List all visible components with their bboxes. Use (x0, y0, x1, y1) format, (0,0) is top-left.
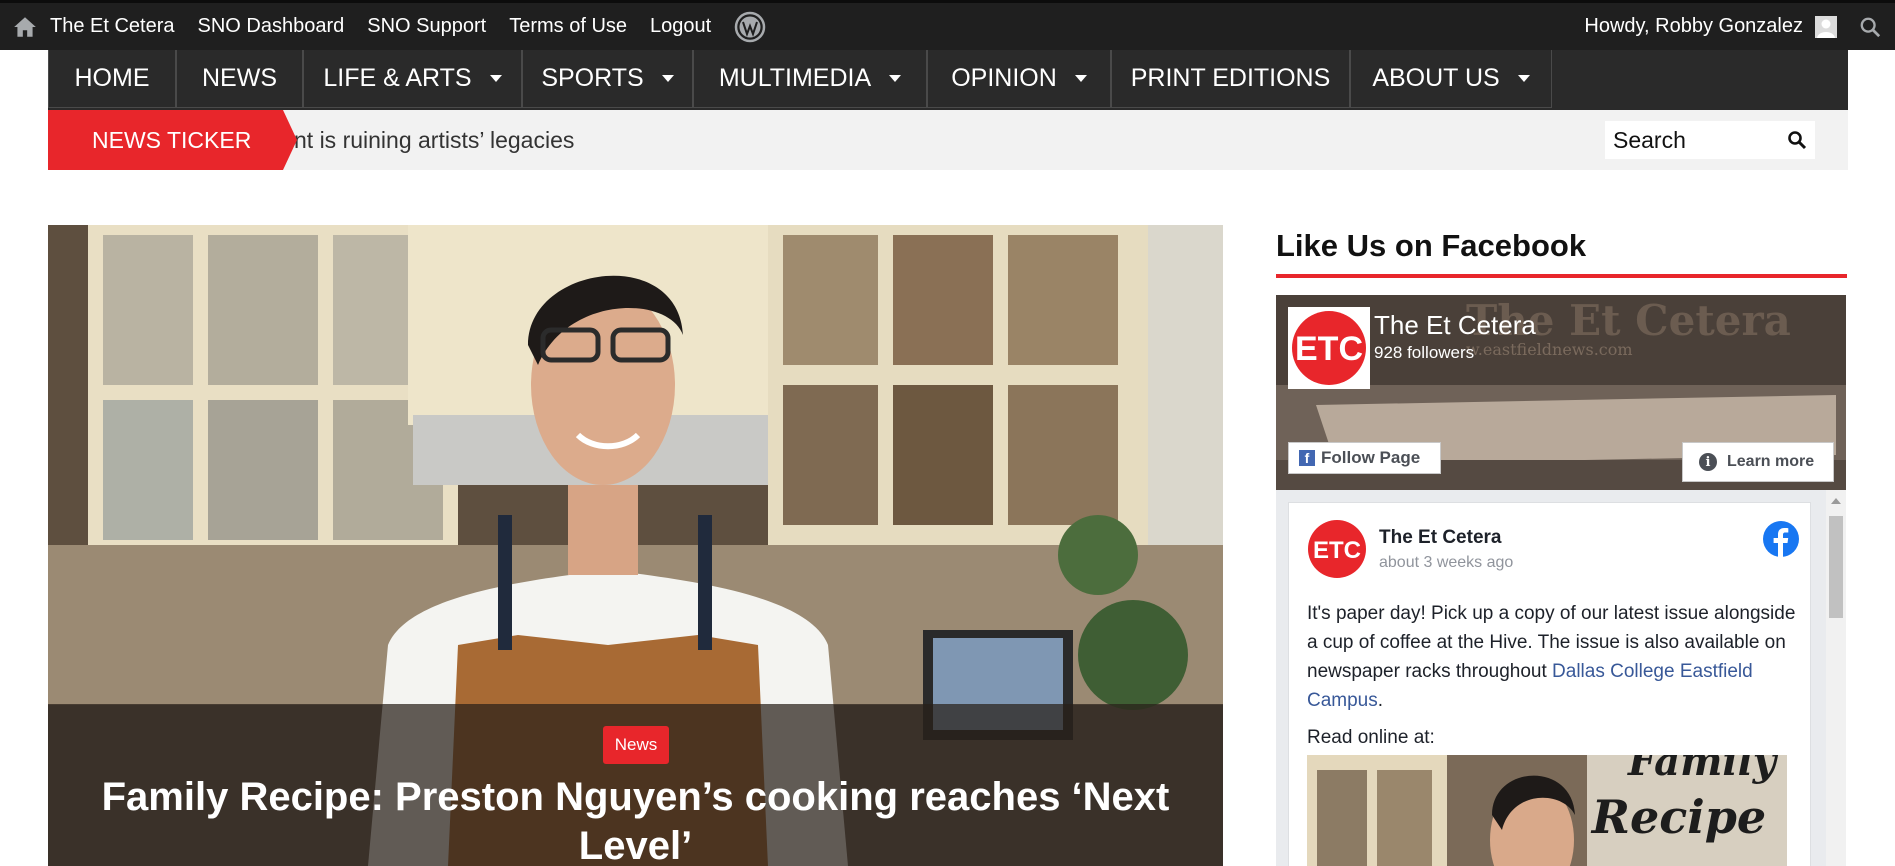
nav-item-multimedia[interactable]: MULTIMEDIA (693, 50, 927, 108)
post-text-end: . (1377, 690, 1384, 711)
nav-item-label: OPINION (951, 64, 1057, 92)
admin-bar-left: The Et Cetera SNO Dashboard SNO Support … (12, 3, 766, 50)
chevron-down-icon (889, 75, 902, 82)
post-image[interactable]: Family Recipe (1307, 755, 1787, 866)
post-image-caption-2: Recipe (1590, 790, 1766, 844)
nav-item-label: MULTIMEDIA (718, 64, 872, 92)
post-read-online: Read online at: (1307, 727, 1435, 748)
search-icon[interactable] (1859, 16, 1881, 38)
facebook-icon: f (1299, 450, 1315, 466)
facebook-logo-icon[interactable] (1763, 521, 1799, 557)
scrollbar-thumb[interactable] (1829, 516, 1843, 618)
logo-text: ETC (1295, 330, 1363, 368)
facebook-page-header[interactable]: The Et Cetera w.eastfieldnews.com ETC Th… (1276, 295, 1846, 490)
feed-scrollbar[interactable] (1826, 490, 1846, 866)
learn-more-button[interactable]: i Learn more (1682, 442, 1834, 482)
nav-item-life-arts[interactable]: LIFE & ARTS (303, 50, 522, 108)
category-badge[interactable]: News (603, 726, 669, 764)
nav-item-label: ABOUT US (1372, 64, 1500, 92)
post-image-caption-1: Family (1627, 755, 1779, 785)
chevron-down-icon (1074, 75, 1087, 82)
chevron-down-icon (489, 75, 502, 82)
wordpress-icon[interactable] (734, 11, 766, 43)
facebook-post: ETC The Et Cetera about 3 weeks ago It's… (1288, 502, 1811, 866)
post-author-avatar[interactable]: ETC (1307, 519, 1367, 579)
facebook-feed: ETC The Et Cetera about 3 weeks ago It's… (1276, 490, 1846, 866)
post-author-name[interactable]: The Et Cetera (1379, 527, 1501, 549)
avatar-logo-text: ETC (1313, 537, 1361, 564)
ticker-label: NEWS TICKER (48, 110, 283, 170)
admin-link-terms[interactable]: Terms of Use (509, 15, 627, 38)
admin-link-sno-dashboard[interactable]: SNO Dashboard (198, 15, 345, 38)
nav-item-label: LIFE & ARTS (323, 64, 472, 92)
svg-text:w.eastfieldnews.com: w.eastfieldnews.com (1466, 340, 1633, 359)
nav-item-home[interactable]: HOME (48, 50, 176, 108)
admin-bar: The Et Cetera SNO Dashboard SNO Support … (0, 0, 1895, 50)
sidebar-heading: Like Us on Facebook (1276, 228, 1587, 263)
learn-more-label: Learn more (1727, 453, 1815, 470)
news-ticker-bar: nt is ruining artists’ legacies NEWS TIC… (48, 110, 1848, 170)
sidebar-heading-rule (1276, 274, 1847, 278)
admin-link-site[interactable]: The Et Cetera (50, 15, 175, 38)
follow-page-button[interactable]: f Follow Page (1288, 442, 1441, 474)
nav-item-opinion[interactable]: OPINION (927, 50, 1111, 108)
nav-item-about-us[interactable]: ABOUT US (1350, 50, 1552, 108)
post-paragraph: It's paper day! Pick up a copy of our la… (1307, 599, 1797, 715)
post-body: It's paper day! Pick up a copy of our la… (1307, 599, 1797, 760)
ticker-headline-text: nt is ruining artists’ legacies (294, 126, 575, 153)
main-navigation: HOME NEWS LIFE & ARTS SPORTS MULTIMEDIA … (48, 50, 1848, 110)
search-input[interactable] (1605, 121, 1775, 159)
hero-story[interactable]: News Family Recipe: Preston Nguyen’s coo… (48, 225, 1223, 866)
nav-item-label: HOME (74, 64, 150, 92)
ticker-label-arrow (283, 110, 297, 170)
nav-item-news[interactable]: NEWS (176, 50, 303, 108)
home-icon[interactable] (12, 14, 38, 40)
follow-page-label: Follow Page (1321, 448, 1421, 467)
admin-greeting[interactable]: Howdy, Robby Gonzalez (1584, 15, 1803, 38)
chevron-down-icon (661, 75, 674, 82)
facebook-page-logo[interactable]: ETC (1288, 307, 1370, 389)
info-icon: i (1699, 453, 1717, 471)
hero-headline[interactable]: Family Recipe: Preston Nguyen’s cooking … (88, 773, 1183, 866)
admin-link-logout[interactable]: Logout (650, 15, 711, 38)
nav-item-label: SPORTS (541, 64, 644, 92)
chevron-down-icon (1517, 75, 1530, 82)
nav-item-print-editions[interactable]: PRINT EDITIONS (1111, 50, 1350, 108)
avatar[interactable] (1815, 15, 1837, 38)
search-box (1605, 121, 1815, 159)
facebook-page-name[interactable]: The Et Cetera (1374, 310, 1536, 341)
ticker-headline[interactable]: nt is ruining artists’ legacies (281, 110, 1181, 170)
nav-item-label: NEWS (202, 64, 277, 92)
nav-item-label: PRINT EDITIONS (1130, 64, 1331, 92)
nav-item-sports[interactable]: SPORTS (522, 50, 693, 108)
scroll-up-arrow-icon[interactable] (1831, 498, 1841, 504)
search-icon[interactable] (1787, 130, 1807, 150)
admin-bar-right: Howdy, Robby Gonzalez (1584, 3, 1881, 50)
post-timestamp[interactable]: about 3 weeks ago (1379, 554, 1513, 572)
facebook-followers: 928 followers (1374, 343, 1475, 362)
admin-link-sno-support[interactable]: SNO Support (367, 15, 486, 38)
